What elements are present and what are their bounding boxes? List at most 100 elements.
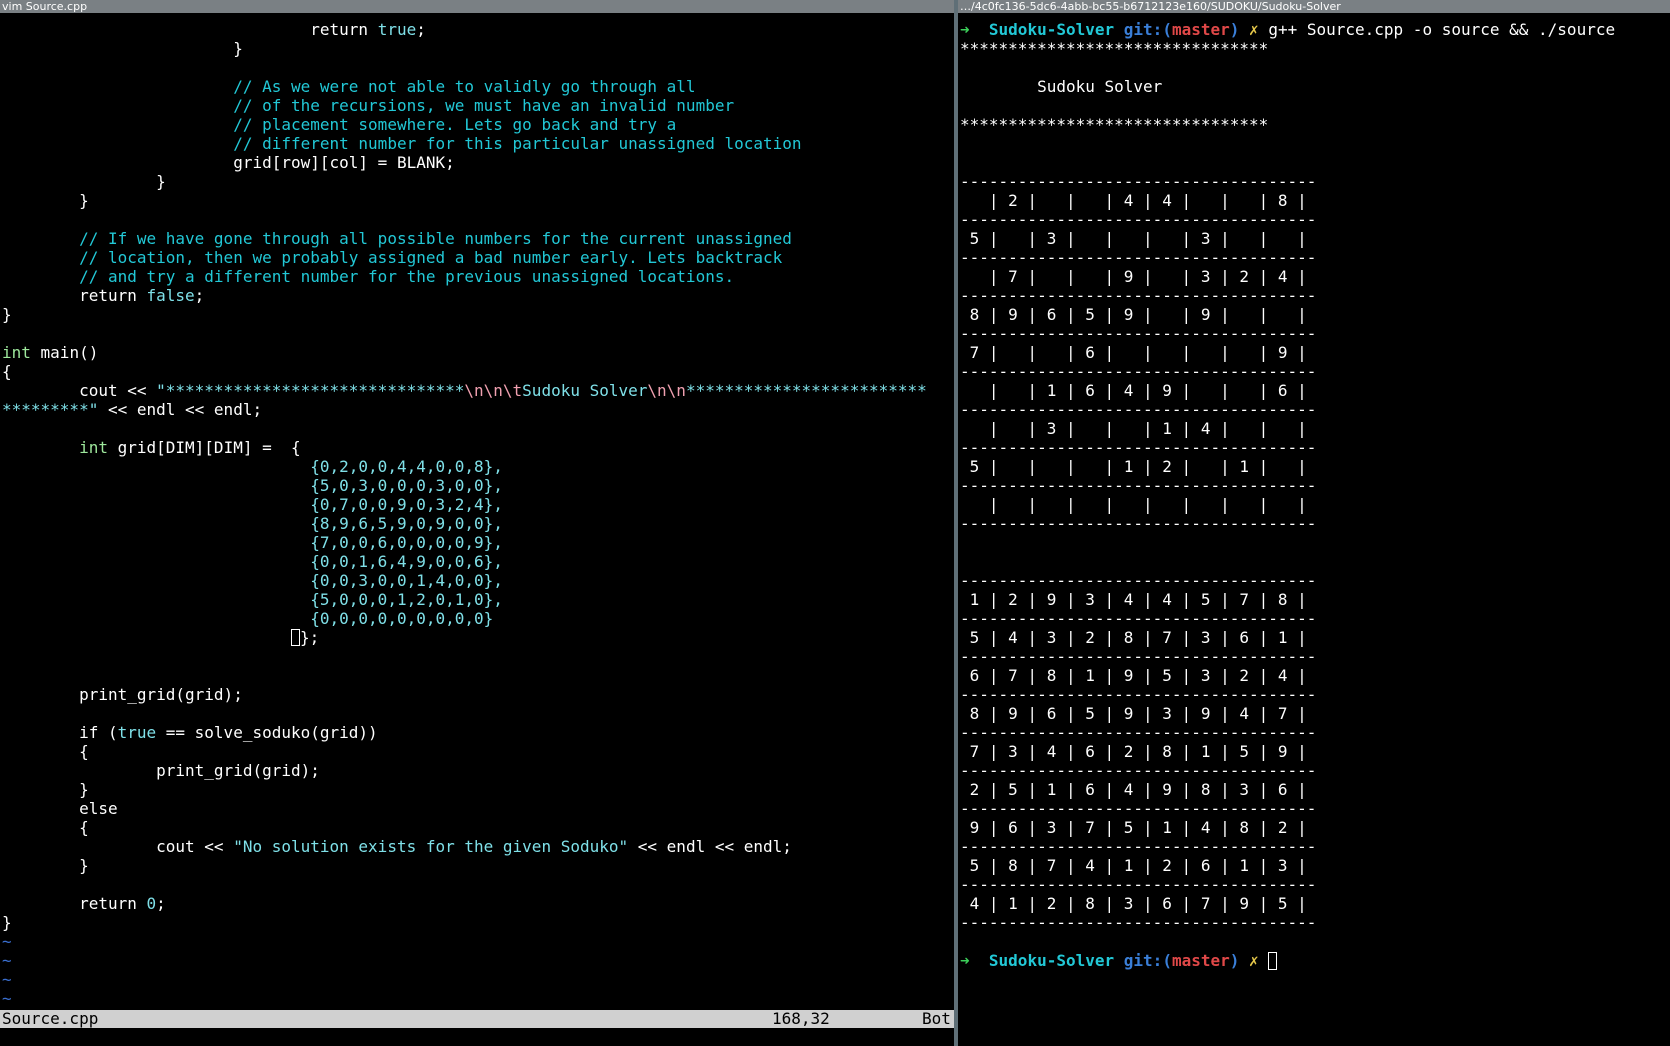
grid-separator: -------------------------------------	[960, 571, 1317, 590]
grid-row-literal: {0,0,3,0,0,1,4,0,0},	[310, 571, 503, 590]
puzzle-row: | | 3 | | | 1 | 4 | | |	[960, 419, 1307, 438]
shell-prompt: ➜ Sudoku-Solver git:(master) ✗ g++ Sourc…	[960, 20, 1616, 39]
terminal-window-title: …/4c0fc136-5dc6-4abb-bc55-b6712123e160/S…	[958, 0, 1670, 13]
terminal-pane[interactable]: …/4c0fc136-5dc6-4abb-bc55-b6712123e160/S…	[958, 0, 1670, 1046]
puzzle-row: 5 | | 3 | | | | 3 | | |	[960, 229, 1307, 248]
grid-separator: -------------------------------------	[960, 476, 1317, 495]
code-line: return false;	[79, 286, 205, 305]
code-line: print_grid(grid);	[156, 761, 320, 780]
terminal-output[interactable]: ➜ Sudoku-Solver git:(master) ✗ g++ Sourc…	[960, 20, 1670, 970]
code-line: {	[79, 818, 89, 837]
grid-separator: -------------------------------------	[960, 723, 1317, 742]
grid-row-literal: {5,0,3,0,0,0,3,0,0},	[310, 476, 503, 495]
grid-separator: -------------------------------------	[960, 286, 1317, 305]
grid-separator: -------------------------------------	[960, 837, 1317, 856]
code-line: }	[79, 191, 89, 210]
solution-row: 5 | 4 | 3 | 2 | 8 | 7 | 3 | 6 | 1 |	[960, 628, 1307, 647]
code-comment: // As we were not able to validly go thr…	[233, 77, 696, 96]
banner-title: Sudoku Solver	[1037, 77, 1163, 96]
code-comment: // of the recursions, we must have an in…	[233, 96, 735, 115]
code-line: cout << "*******************************…	[79, 381, 927, 400]
grid-separator: -------------------------------------	[960, 685, 1317, 704]
grid-row-literal: {0,7,0,0,9,0,3,2,4},	[310, 495, 503, 514]
grid-row-literal: {5,0,0,0,1,2,0,1,0},	[310, 590, 503, 609]
grid-separator: -------------------------------------	[960, 172, 1317, 191]
vim-statusline: Source.cpp 168,32 Bot	[0, 1010, 954, 1028]
solution-row: 1 | 2 | 9 | 3 | 4 | 4 | 5 | 7 | 8 |	[960, 590, 1307, 609]
shell-command: g++ Source.cpp -o source && ./source	[1268, 20, 1616, 39]
solution-row: 4 | 1 | 2 | 8 | 3 | 6 | 7 | 9 | 5 |	[960, 894, 1307, 913]
statusline-cursor-position: 168,32	[772, 1009, 830, 1028]
code-line: {	[2, 362, 12, 381]
grid-separator: -------------------------------------	[960, 609, 1317, 628]
code-line: if (true == solve_soduko(grid))	[79, 723, 378, 742]
code-comment: // If we have gone through all possible …	[79, 229, 792, 248]
grid-separator: -------------------------------------	[960, 324, 1317, 343]
grid-separator: -------------------------------------	[960, 875, 1317, 894]
solution-row: 7 | 3 | 4 | 6 | 2 | 8 | 1 | 5 | 9 |	[960, 742, 1307, 761]
shell-prompt[interactable]: ➜ Sudoku-Solver git:(master) ✗	[960, 951, 1670, 970]
vim-cursor	[290, 629, 300, 646]
grid-separator: -------------------------------------	[960, 799, 1317, 818]
code-line: }	[233, 39, 243, 58]
code-line: int main()	[2, 343, 99, 362]
puzzle-row: | | 1 | 6 | 4 | 9 | | | 6 |	[960, 381, 1307, 400]
empty-line-marker: ~	[2, 951, 12, 970]
code-comment: // location, then we probably assigned a…	[79, 248, 783, 267]
code-editor[interactable]: return true; } // As we were not able to…	[2, 20, 954, 1008]
solution-row: 9 | 6 | 3 | 7 | 5 | 1 | 4 | 8 | 2 |	[960, 818, 1307, 837]
solution-row: 6 | 7 | 8 | 1 | 9 | 5 | 3 | 2 | 4 |	[960, 666, 1307, 685]
grid-separator: -------------------------------------	[960, 362, 1317, 381]
code-line: return 0;	[79, 894, 166, 913]
code-line: };	[2, 628, 954, 647]
banner-stars: ********************************	[960, 115, 1269, 134]
solution-row: 5 | 8 | 7 | 4 | 1 | 2 | 6 | 1 | 3 |	[960, 856, 1307, 875]
grid-separator: -------------------------------------	[960, 400, 1317, 419]
code-line: }	[2, 305, 12, 324]
code-line: }	[2, 913, 12, 932]
empty-line-marker: ~	[2, 989, 12, 1008]
code-line: }	[79, 856, 89, 875]
code-line: *********" << endl << endl;	[2, 400, 263, 419]
terminal-cursor	[1268, 952, 1278, 970]
code-line: }	[79, 780, 89, 799]
code-line: cout << "No solution exists for the give…	[156, 837, 792, 856]
puzzle-row: | | | | | | | | |	[960, 495, 1307, 514]
grid-separator: -------------------------------------	[960, 761, 1317, 780]
code-line: {	[79, 742, 89, 761]
grid-separator: -------------------------------------	[960, 438, 1317, 457]
code-line: else	[79, 799, 118, 818]
grid-row-literal: {0,2,0,0,4,4,0,0,8},	[310, 457, 503, 476]
empty-line-marker: ~	[2, 932, 12, 951]
empty-line-marker: ~	[2, 970, 12, 989]
solution-row: 8 | 9 | 6 | 5 | 9 | 3 | 9 | 4 | 7 |	[960, 704, 1307, 723]
grid-separator: -------------------------------------	[960, 248, 1317, 267]
grid-separator: -------------------------------------	[960, 210, 1317, 229]
code-comment: // and try a different number for the pr…	[79, 267, 735, 286]
code-comment: // different number for this particular …	[233, 134, 802, 153]
code-line: print_grid(grid);	[79, 685, 243, 704]
grid-separator: -------------------------------------	[960, 514, 1317, 533]
puzzle-row: | 7 | | | 9 | | 3 | 2 | 4 |	[960, 267, 1307, 286]
grid-row-literal: {7,0,0,6,0,0,0,0,9},	[310, 533, 503, 552]
puzzle-row: 5 | | | | 1 | 2 | | 1 | |	[960, 457, 1307, 476]
code-line: return true;	[310, 20, 426, 39]
grid-separator: -------------------------------------	[960, 647, 1317, 666]
vim-window-title: vim Source.cpp	[0, 0, 954, 13]
grid-row-literal: {8,9,6,5,9,0,9,0,0},	[310, 514, 503, 533]
code-line: }	[156, 172, 166, 191]
solution-row: 2 | 5 | 1 | 6 | 4 | 9 | 8 | 3 | 6 |	[960, 780, 1307, 799]
vim-pane[interactable]: vim Source.cpp return true; } // As we w…	[0, 0, 954, 1046]
code-line: grid[row][col] = BLANK;	[233, 153, 455, 172]
banner-stars: ********************************	[960, 39, 1269, 58]
grid-row-literal: {0,0,1,6,4,9,0,0,6},	[310, 552, 503, 571]
grid-separator: -------------------------------------	[960, 913, 1317, 932]
